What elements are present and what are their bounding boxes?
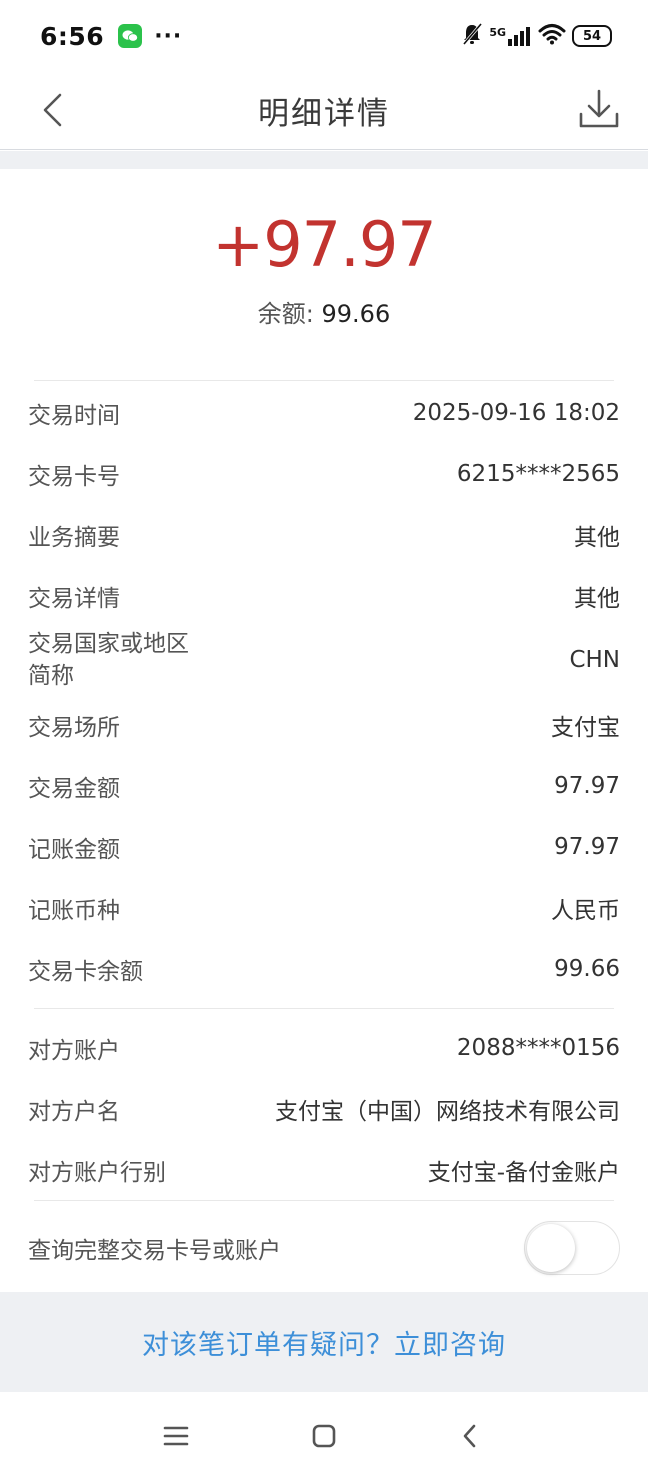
detail-label: 交易卡余额 bbox=[28, 958, 143, 985]
menu-icon bbox=[163, 1426, 189, 1446]
full-card-number-toggle[interactable] bbox=[524, 1221, 620, 1275]
detail-label: 交易详情 bbox=[28, 585, 120, 612]
signal-5g-icon: 5G bbox=[489, 26, 532, 46]
detail-value: 6215****2565 bbox=[456, 460, 620, 487]
detail-label: 交易卡号 bbox=[28, 463, 120, 490]
counterparty-label: 对方户名 bbox=[28, 1098, 120, 1125]
nav-bar: 明细详情 bbox=[0, 72, 648, 150]
counterparty-value: 支付宝（中国）网络技术有限公司 bbox=[275, 1098, 620, 1125]
detail-row: 交易卡余额 99.66 bbox=[0, 938, 648, 999]
detail-value: 2025-09-16 18:02 bbox=[412, 399, 620, 426]
counterparty-label: 对方账户行别 bbox=[28, 1159, 166, 1186]
home-square-icon bbox=[312, 1424, 336, 1448]
detail-value: 其他 bbox=[574, 585, 620, 612]
divider bbox=[34, 1200, 614, 1201]
detail-row: 交易国家或地区 简称 CHN bbox=[0, 626, 648, 694]
system-back-button[interactable] bbox=[452, 1418, 488, 1454]
detail-label: 交易国家或地区 简称 bbox=[28, 631, 189, 689]
consult-link[interactable]: 对该笔订单有疑问？立即咨询 bbox=[142, 1323, 506, 1362]
detail-label: 记账币种 bbox=[28, 897, 120, 924]
system-nav-bar bbox=[0, 1392, 648, 1478]
divider bbox=[34, 380, 614, 381]
divider bbox=[34, 1008, 614, 1009]
chevron-left-icon bbox=[463, 1424, 476, 1448]
full-card-number-toggle-row: 查询完整交易卡号或账户 bbox=[0, 1210, 648, 1286]
mute-bell-icon bbox=[461, 22, 483, 50]
detail-value: 其他 bbox=[574, 524, 620, 551]
detail-row: 业务摘要 其他 bbox=[0, 504, 648, 565]
counterparty-row: 对方账户行别 支付宝-备付金账户 bbox=[0, 1139, 648, 1200]
amount-summary: +97.97 余额: 99.66 bbox=[0, 200, 648, 329]
detail-row: 交易时间 2025-09-16 18:02 bbox=[0, 382, 648, 443]
detail-row: 记账金额 97.97 bbox=[0, 816, 648, 877]
home-button[interactable] bbox=[306, 1418, 342, 1454]
back-button[interactable] bbox=[32, 90, 72, 130]
counterparty-details: 对方账户 2088****0156 对方户名 支付宝（中国）网络技术有限公司 对… bbox=[0, 1017, 648, 1200]
status-icons: 5G 54 bbox=[461, 22, 612, 50]
detail-value: 97.97 bbox=[554, 772, 620, 799]
wechat-notification-icon bbox=[118, 24, 143, 48]
status-bar: 6:56 ··· 5G 54 bbox=[0, 0, 648, 72]
detail-label: 交易时间 bbox=[28, 402, 120, 429]
toggle-knob bbox=[527, 1224, 575, 1272]
counterparty-label: 对方账户 bbox=[28, 1037, 120, 1064]
detail-row: 交易详情 其他 bbox=[0, 565, 648, 626]
detail-value: 99.66 bbox=[554, 955, 620, 982]
detail-label: 交易金额 bbox=[28, 775, 120, 802]
balance-value: 99.66 bbox=[321, 300, 391, 328]
detail-row: 记账币种 人民币 bbox=[0, 877, 648, 938]
download-button[interactable] bbox=[576, 86, 622, 132]
more-notifications-icon: ··· bbox=[154, 23, 183, 49]
detail-row: 交易卡号 6215****2565 bbox=[0, 443, 648, 504]
counterparty-row: 对方户名 支付宝（中国）网络技术有限公司 bbox=[0, 1078, 648, 1139]
transaction-details: 交易时间 2025-09-16 18:02 交易卡号 6215****2565 … bbox=[0, 382, 648, 999]
detail-value: 支付宝 bbox=[551, 714, 620, 741]
detail-label: 记账金额 bbox=[28, 836, 120, 863]
page-title: 明细详情 bbox=[258, 96, 390, 132]
detail-label: 交易场所 bbox=[28, 714, 120, 741]
detail-row: 交易金额 97.97 bbox=[0, 755, 648, 816]
counterparty-row: 对方账户 2088****0156 bbox=[0, 1017, 648, 1078]
detail-label: 业务摘要 bbox=[28, 524, 120, 551]
header-separator-band bbox=[0, 151, 648, 169]
balance-label: 余额: bbox=[257, 300, 322, 328]
recent-apps-button[interactable] bbox=[158, 1418, 194, 1454]
download-icon bbox=[579, 89, 619, 128]
transaction-amount: +97.97 bbox=[212, 208, 436, 281]
status-time: 6:56 bbox=[40, 21, 105, 51]
counterparty-value: 支付宝-备付金账户 bbox=[427, 1159, 620, 1186]
battery-icon: 54 bbox=[572, 25, 612, 47]
detail-row: 交易场所 支付宝 bbox=[0, 694, 648, 755]
toggle-label: 查询完整交易卡号或账户 bbox=[28, 1238, 281, 1264]
detail-value: 97.97 bbox=[554, 833, 620, 860]
detail-value: CHN bbox=[569, 647, 620, 673]
wifi-icon bbox=[538, 23, 566, 49]
balance-line: 余额: 99.66 bbox=[0, 294, 648, 329]
consult-band: 对该笔订单有疑问？立即咨询 bbox=[0, 1292, 648, 1392]
chevron-left-icon bbox=[43, 93, 62, 127]
detail-value: 人民币 bbox=[551, 897, 620, 924]
counterparty-value: 2088****0156 bbox=[456, 1034, 620, 1061]
